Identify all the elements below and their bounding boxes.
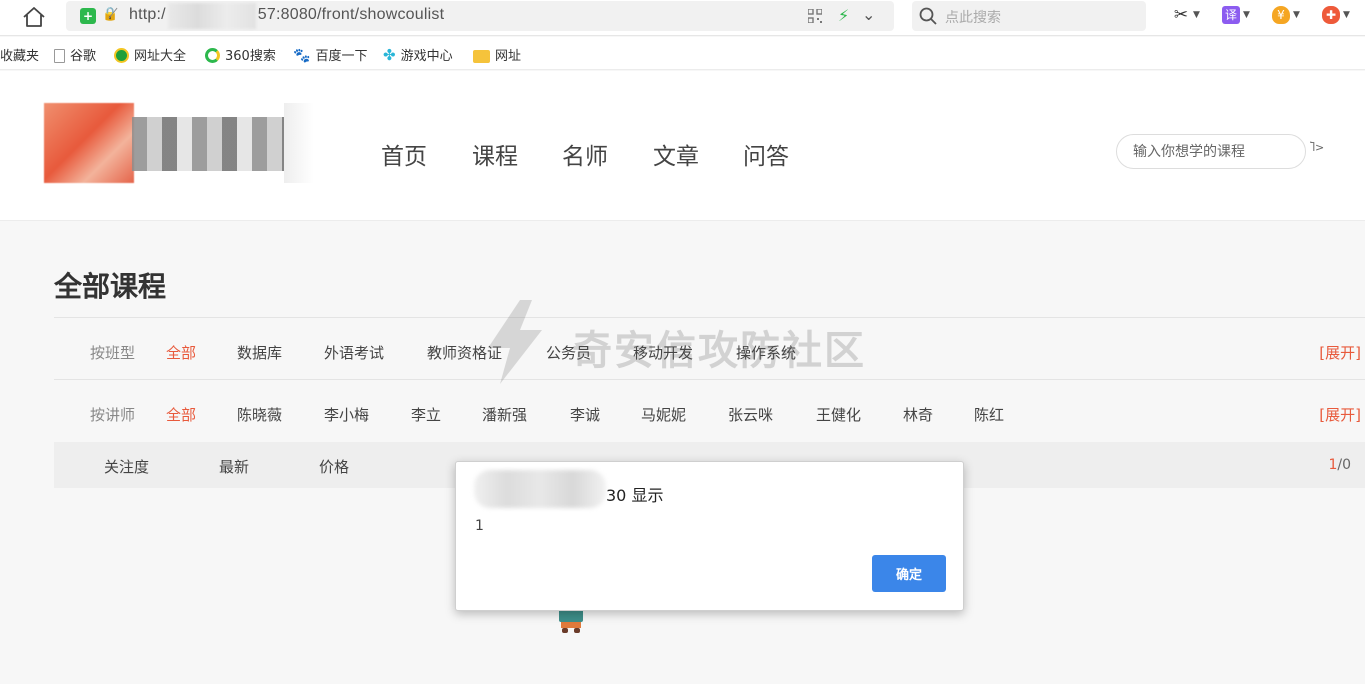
address-bar[interactable]: + 🔒̸ http:/ 57:8080/front/showcoulist ⚡ ⌄: [66, 1, 894, 31]
caret-down-icon: ▼: [1243, 10, 1250, 20]
bookmark-label: 游戏中心: [400, 49, 453, 64]
caret-down-icon: ▼: [1343, 10, 1350, 20]
page-total: 0: [1342, 457, 1351, 473]
shield-icon[interactable]: +: [80, 8, 96, 24]
teacher-option[interactable]: 陈红: [974, 404, 1004, 425]
qr-code-icon[interactable]: [808, 9, 822, 23]
logo-mark: [44, 103, 134, 183]
chevron-down-icon[interactable]: ⌄: [862, 5, 875, 24]
game-extension[interactable]: ✚ ▼: [1322, 6, 1350, 28]
site-logo[interactable]: [44, 103, 314, 183]
url-prefix: http:/: [129, 6, 166, 23]
nav-qa[interactable]: 问答: [743, 137, 789, 171]
page-icon: [54, 49, 65, 63]
bookmark-label: 收藏夹: [0, 49, 40, 64]
bookmark-label: 谷歌: [70, 49, 97, 64]
scissors-extension[interactable]: ✂ ▼: [1172, 6, 1200, 28]
bookmark-folder[interactable]: 网址: [473, 45, 521, 64]
bookmark-google[interactable]: 谷歌: [54, 45, 96, 64]
teacher-option[interactable]: 马妮妮: [641, 404, 686, 425]
teacher-filter: 按讲师 全部 陈晓薇 李小梅 李立 潘新强 李诚 马妮妮 张云咪 王健化 林奇 …: [54, 379, 1365, 441]
course-search-box: [1116, 134, 1306, 169]
bookmark-label: 360搜索: [225, 49, 276, 64]
globe-icon: [114, 48, 129, 63]
lightning-icon[interactable]: ⚡: [838, 6, 849, 25]
sort-by-price[interactable]: 价格: [319, 456, 349, 477]
search-360-icon: [205, 48, 220, 63]
bookmark-game-center[interactable]: ✤ 游戏中心: [383, 45, 453, 64]
teacher-option-all[interactable]: 全部: [166, 404, 196, 425]
insecure-lock-icon[interactable]: 🔒̸: [102, 7, 118, 22]
bookmark-360-search[interactable]: 360搜索: [205, 45, 276, 64]
url-suffix: 57:8080/front/showcoulist: [257, 6, 445, 23]
filter-label: 按讲师: [90, 406, 136, 424]
class-type-filter: 按班型 全部 数据库 外语考试 教师资格证 公务员 移动开发 操作系统 [展开]: [54, 317, 1365, 379]
nav-articles[interactable]: 文章: [653, 137, 699, 171]
gamepad-icon: ✤: [383, 46, 396, 64]
coupon-extension[interactable]: ¥ ▼: [1272, 6, 1300, 28]
teacher-option[interactable]: 李立: [411, 404, 441, 425]
class-option-teacher-cert[interactable]: 教师资格证: [427, 342, 502, 363]
bookmark-label: 网址大全: [134, 49, 187, 64]
nav-courses[interactable]: 课程: [472, 137, 518, 171]
home-icon[interactable]: [22, 6, 46, 28]
caret-down-icon: ▼: [1193, 10, 1200, 20]
dialog-message: 1: [475, 518, 484, 534]
ok-button[interactable]: 确定: [872, 555, 946, 592]
bookmark-url-directory[interactable]: 网址大全: [114, 45, 186, 64]
folder-icon: [473, 50, 490, 63]
course-search-input[interactable]: [1133, 142, 1293, 162]
teacher-option[interactable]: 张云咪: [728, 404, 773, 425]
class-option-database[interactable]: 数据库: [237, 342, 282, 363]
bookmark-baidu[interactable]: 🐾 百度一下: [293, 45, 367, 64]
baidu-paw-icon: 🐾: [293, 48, 311, 64]
sort-by-newest[interactable]: 最新: [219, 456, 249, 477]
yen-shield-icon: ¥: [1272, 6, 1290, 24]
bookmark-label: 百度一下: [315, 49, 368, 64]
class-option-mobile-dev[interactable]: 移动开发: [633, 342, 693, 363]
caret-down-icon: ▼: [1293, 10, 1300, 20]
teacher-option[interactable]: 林奇: [903, 404, 933, 425]
site-header: 首页 课程 名师 文章 问答 Ⴈ>: [0, 71, 1365, 221]
browser-search-box[interactable]: 点此搜索: [912, 1, 1146, 31]
teacher-filter-expand[interactable]: [展开]: [1319, 404, 1361, 425]
alert-dialog: 30 显示 1 确定: [455, 461, 964, 611]
logo-fade: [284, 103, 314, 183]
sort-by-popularity[interactable]: 关注度: [104, 456, 149, 477]
dialog-origin-redaction: [474, 470, 606, 508]
teacher-option[interactable]: 李诚: [570, 404, 600, 425]
browser-toolbar: + 🔒̸ http:/ 57:8080/front/showcoulist ⚡ ⌄…: [0, 0, 1365, 36]
empty-state-mascot: [559, 608, 583, 633]
bookmark-favorites[interactable]: 收藏夹: [0, 45, 39, 64]
class-option-foreign-language[interactable]: 外语考试: [324, 342, 384, 363]
scissors-icon: ✂: [1173, 5, 1189, 25]
gamepad-icon: ✚: [1322, 6, 1340, 24]
bookmarks-bar: 收藏夹 谷歌 网址大全 360搜索 🐾 百度一下 ✤ 游戏中心 网址: [0, 37, 1365, 70]
course-search-button[interactable]: Ⴈ>: [1310, 141, 1344, 163]
translate-extension[interactable]: 译 ▼: [1222, 6, 1250, 28]
logo-text-redacted: [132, 117, 300, 171]
class-option-os[interactable]: 操作系统: [736, 342, 796, 363]
teacher-option[interactable]: 陈晓薇: [237, 404, 282, 425]
page-indicator: 1/0: [1328, 457, 1351, 473]
nav-home[interactable]: 首页: [381, 137, 427, 171]
class-option-all[interactable]: 全部: [166, 342, 196, 363]
teacher-option[interactable]: 王健化: [816, 404, 861, 425]
nav-teachers[interactable]: 名师: [562, 137, 608, 171]
page-title: 全部课程: [54, 270, 167, 303]
class-option-civil-servant[interactable]: 公务员: [546, 342, 591, 363]
class-filter-expand[interactable]: [展开]: [1319, 342, 1361, 363]
browser-search-placeholder: 点此搜索: [945, 10, 1001, 26]
bookmark-label: 网址: [495, 49, 522, 64]
teacher-option[interactable]: 潘新强: [482, 404, 527, 425]
search-icon: [919, 7, 937, 25]
url-redaction: [168, 3, 256, 29]
teacher-option[interactable]: 李小梅: [324, 404, 369, 425]
dialog-title: 30 显示: [606, 486, 664, 505]
translate-icon: 译: [1222, 6, 1240, 24]
filter-label: 按班型: [90, 344, 136, 362]
